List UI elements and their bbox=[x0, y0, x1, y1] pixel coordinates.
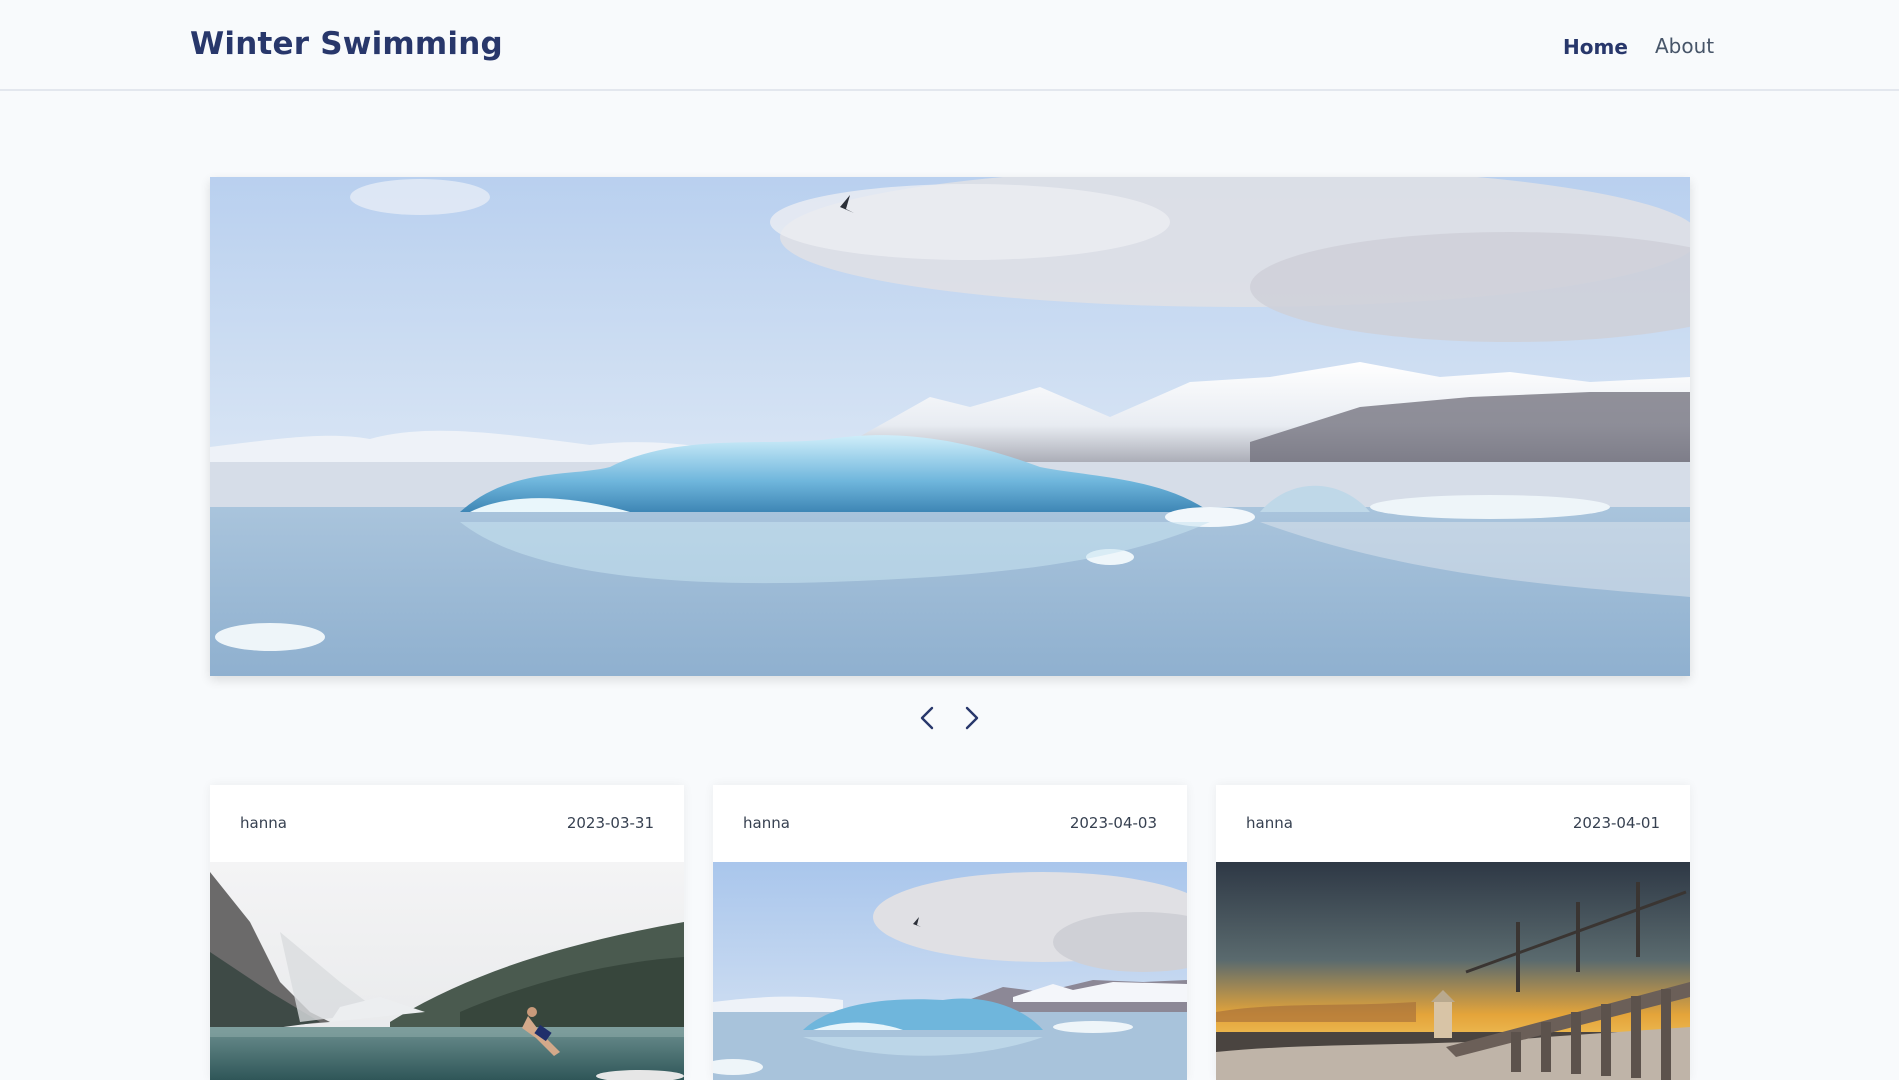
glacier-lagoon-image bbox=[713, 862, 1187, 1080]
card-image[interactable] bbox=[210, 862, 684, 1080]
glacier-lagoon-image bbox=[210, 177, 1690, 676]
site-header: Winter Swimming Home About bbox=[0, 0, 1899, 91]
nav-home-link[interactable]: Home bbox=[1563, 35, 1628, 59]
card-header: hanna 2023-03-31 bbox=[210, 785, 684, 862]
site-brand[interactable]: Winter Swimming bbox=[190, 26, 503, 62]
card-image[interactable] bbox=[713, 862, 1187, 1080]
frozen-pier-sunset-image bbox=[1216, 862, 1690, 1080]
card-author: hanna bbox=[743, 814, 790, 832]
card-author: hanna bbox=[240, 814, 287, 832]
post-card[interactable]: hanna 2023-03-31 bbox=[210, 785, 684, 1080]
carousel-next-button[interactable] bbox=[956, 703, 986, 733]
post-card[interactable]: hanna 2023-04-01 bbox=[1216, 785, 1690, 1080]
chevron-right-icon bbox=[965, 706, 979, 730]
card-image[interactable] bbox=[1216, 862, 1690, 1080]
chevron-left-icon bbox=[920, 706, 934, 730]
card-date: 2023-04-03 bbox=[1069, 814, 1157, 832]
card-date: 2023-03-31 bbox=[566, 814, 654, 832]
nav-about-link[interactable]: About bbox=[1655, 34, 1714, 58]
card-header: hanna 2023-04-03 bbox=[713, 785, 1187, 862]
post-card[interactable]: hanna 2023-04-03 bbox=[713, 785, 1187, 1080]
hero-carousel-slide bbox=[210, 177, 1690, 676]
mountain-lake-swimmer-image bbox=[210, 862, 684, 1080]
card-header: hanna 2023-04-01 bbox=[1216, 785, 1690, 862]
card-author: hanna bbox=[1246, 814, 1293, 832]
card-date: 2023-04-01 bbox=[1572, 814, 1660, 832]
carousel-prev-button[interactable] bbox=[913, 703, 943, 733]
